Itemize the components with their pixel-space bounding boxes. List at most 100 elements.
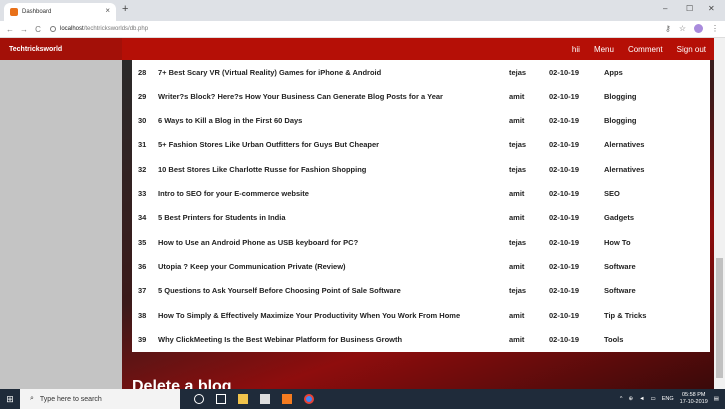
info-icon	[50, 26, 56, 32]
table-row[interactable]: 33 Intro to SEO for your E-commerce websi…	[132, 182, 710, 206]
browser-tabbar: Dashboard × + – ☐ ✕	[0, 0, 725, 21]
clock[interactable]: 05:58 PM 17-10-2019	[680, 392, 708, 406]
tab-dashboard[interactable]: Dashboard ×	[4, 3, 116, 21]
taskbar-search-input[interactable]: ⌕ Type here to search	[20, 389, 180, 409]
row-category: Apps	[604, 67, 623, 77]
back-icon[interactable]: ←	[6, 25, 14, 34]
scrollbar-thumb[interactable]	[716, 258, 723, 378]
nav-link-menu[interactable]: Menu	[594, 45, 614, 54]
row-title: 7+ Best Scary VR (Virtual Reality) Games…	[158, 67, 382, 77]
row-date: 02-10-19	[549, 189, 580, 198]
section-title: Delete a blog	[132, 378, 232, 389]
row-category: Tip & Tricks	[604, 310, 647, 320]
row-title: Why ClickMeeting Is the Best Webinar Pla…	[158, 334, 403, 344]
row-author: amit	[509, 261, 525, 271]
network-icon[interactable]: ⊕	[628, 396, 633, 402]
profile-avatar[interactable]	[694, 24, 703, 33]
row-title: Writer?s Block? Here?s How Your Business…	[158, 91, 443, 101]
row-author: tejas	[509, 67, 527, 77]
row-author: amit	[509, 189, 525, 198]
table-row[interactable]: 32 10 Best Stores Like Charlotte Russe fo…	[132, 157, 710, 181]
table-row[interactable]: 38 How To Simply & Effectively Maximize Y…	[132, 303, 710, 327]
notification-icon[interactable]: ▤	[714, 396, 719, 402]
nav-link-comment[interactable]: Comment	[628, 45, 663, 54]
row-author: tejas	[509, 286, 527, 296]
row-category: Alernatives	[604, 140, 645, 150]
battery-icon[interactable]: ▭	[651, 396, 656, 402]
table-row[interactable]: 34 5 Best Printers for Students in India a…	[132, 206, 710, 230]
row-id: 28	[138, 67, 147, 77]
cortana-icon[interactable]	[194, 394, 204, 404]
row-date: 02-10-19	[549, 261, 580, 271]
file-explorer-icon[interactable]	[238, 394, 248, 404]
row-date: 02-10-19	[549, 213, 580, 223]
row-id: 39	[138, 334, 147, 344]
table-row[interactable]: 35 How to Use an Android Phone as USB key…	[132, 230, 710, 254]
chrome-icon[interactable]	[304, 394, 314, 404]
row-category: Tools	[604, 334, 624, 344]
row-category: Software	[604, 261, 636, 271]
navbar: Techtricksworld hii Menu Comment Sign ou…	[0, 38, 714, 60]
table-row[interactable]: 36 Utopia ? Keep your Communication Priva…	[132, 254, 710, 278]
table-row[interactable]: 29 Writer?s Block? Here?s How Your Busine…	[132, 84, 710, 108]
store-icon[interactable]	[260, 394, 270, 404]
row-date: 02-10-19	[549, 334, 580, 344]
row-id: 30	[138, 116, 147, 126]
new-tab-button[interactable]: +	[122, 3, 128, 15]
row-title: Intro to SEO for your E-commerce website	[158, 189, 309, 198]
row-category: SEO	[604, 189, 620, 198]
nav-link-user[interactable]: hii	[572, 45, 580, 54]
url-path: /techtricksworlds/db.php	[83, 26, 149, 32]
row-id: 34	[138, 213, 147, 223]
row-date: 02-10-19	[549, 286, 580, 296]
row-title: How To Simply & Effectively Maximize You…	[158, 310, 461, 320]
row-date: 02-10-19	[549, 237, 580, 247]
row-title: 6 Ways to Kill a Blog in the First 60 Da…	[158, 116, 303, 126]
minimize-button[interactable]: –	[663, 4, 667, 13]
star-icon[interactable]: ☆	[679, 24, 686, 33]
table-row[interactable]: 28 7+ Best Scary VR (Virtual Reality) Gam…	[132, 60, 710, 84]
row-id: 29	[138, 91, 147, 101]
forward-icon[interactable]: →	[20, 25, 28, 34]
close-tab-icon[interactable]: ×	[105, 6, 110, 15]
taskbar-search-placeholder: Type here to search	[39, 395, 102, 403]
windows-taskbar: ⊞ ⌕ Type here to search ^ ⊕ ◄ ▭ ENG 05:5…	[0, 389, 725, 409]
table-row[interactable]: 37 5 Questions to Ask Yourself Before Cho…	[132, 279, 710, 303]
row-id: 32	[138, 164, 147, 174]
xampp-icon[interactable]	[282, 394, 292, 404]
row-id: 36	[138, 261, 147, 271]
window-close-button[interactable]: ✕	[708, 4, 715, 13]
url-field[interactable]: localhost /techtricksworlds/db.php	[50, 26, 148, 32]
row-title: 5+ Fashion Stores Like Urban Outfitters …	[158, 140, 380, 150]
search-icon: ⌕	[30, 395, 34, 402]
language-indicator[interactable]: ENG	[662, 396, 674, 402]
row-category: How To	[604, 237, 631, 247]
table-row[interactable]: 31 5+ Fashion Stores Like Urban Outfitter…	[132, 133, 710, 157]
row-date: 02-10-19	[549, 91, 580, 101]
row-title: How to Use an Android Phone as USB keybo…	[158, 237, 359, 247]
brand-logo[interactable]: Techtricksworld	[0, 38, 122, 60]
table-row[interactable]: 39 Why ClickMeeting Is the Best Webinar P…	[132, 327, 710, 351]
row-title: Utopia ? Keep your Communication Private…	[158, 261, 346, 271]
key-icon[interactable]: ⚷	[665, 24, 671, 33]
nav-link-signout[interactable]: Sign out	[677, 45, 706, 54]
reload-icon[interactable]: C	[34, 25, 42, 34]
row-title: 10 Best Stores Like Charlotte Russe for …	[158, 164, 367, 174]
task-view-icon[interactable]	[216, 394, 226, 404]
page-scrollbar[interactable]	[714, 38, 725, 389]
table-row[interactable]: 30 6 Ways to Kill a Blog in the First 60 …	[132, 109, 710, 133]
tray-up-icon[interactable]: ^	[620, 396, 623, 402]
row-category: Software	[604, 286, 636, 296]
maximize-button[interactable]: ☐	[686, 4, 693, 13]
nav-links: hii Menu Comment Sign out	[572, 38, 706, 60]
row-author: amit	[509, 116, 525, 126]
row-category: Blogging	[604, 91, 637, 101]
url-host: localhost	[60, 26, 84, 32]
menu-dots-icon[interactable]: ⋮	[711, 24, 719, 33]
volume-icon[interactable]: ◄	[639, 396, 644, 402]
windows-start-icon[interactable]: ⊞	[0, 389, 20, 409]
system-tray: ^ ⊕ ◄ ▭ ENG 05:58 PM 17-10-2019 ▤	[620, 389, 725, 409]
row-id: 35	[138, 237, 147, 247]
row-title: 5 Best Printers for Students in India	[158, 213, 286, 223]
row-category: Blogging	[604, 116, 637, 126]
